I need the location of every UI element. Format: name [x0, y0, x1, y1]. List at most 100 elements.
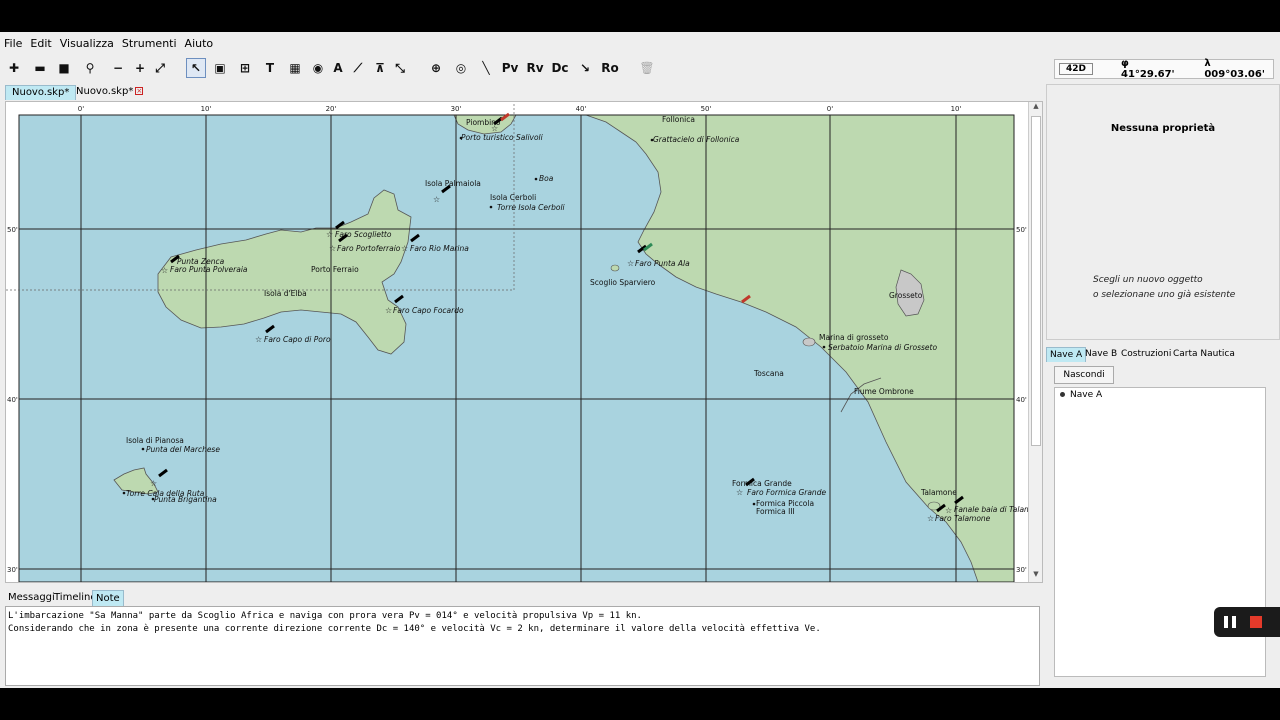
lighthouse-star-icon[interactable]: ☆	[329, 244, 336, 253]
lighthouse-star-icon[interactable]: ☆	[255, 335, 262, 344]
arrow-tool-icon[interactable]: ↘	[575, 58, 595, 78]
latitude-readout: φ 41°29.67'	[1121, 58, 1175, 80]
target-icon[interactable]: ◎	[451, 58, 471, 78]
select-area-icon[interactable]: ▣	[210, 58, 230, 78]
point-marker[interactable]	[489, 205, 493, 209]
lighthouse-star-icon[interactable]: ☆	[150, 479, 157, 488]
chart-vertical-scrollbar[interactable]: ▲ ▼	[1028, 102, 1042, 582]
map-label: Isola Cerboli	[490, 193, 536, 202]
map-label: Faro Portoferraio	[337, 244, 401, 253]
longitude-tick-label: 0'	[827, 105, 833, 113]
lighthouse-star-icon[interactable]: ☆	[326, 230, 333, 239]
open-folder-icon[interactable]: ▬	[30, 58, 50, 78]
tab-document-1[interactable]: Nuovo.skp*	[5, 85, 77, 100]
map-label: Isola Palmaiola	[425, 179, 481, 188]
lighthouse-star-icon[interactable]: ☆	[385, 306, 392, 315]
calculator-icon[interactable]: ▦	[285, 58, 305, 78]
map-label: Punta del Marchese	[146, 445, 220, 454]
tab-note[interactable]: Note	[92, 590, 124, 606]
menu-edit[interactable]: Edit	[30, 37, 51, 50]
map-label: Formica III	[756, 507, 795, 516]
longitude-tick-label: 30'	[451, 105, 462, 113]
zoom-in-icon[interactable]: +	[130, 58, 150, 78]
map-label: Talamone	[920, 488, 957, 497]
divider-icon[interactable]: ⤡	[390, 58, 410, 78]
line-tool-icon[interactable]: ╲	[476, 58, 496, 78]
longitude-tick-label: 50'	[701, 105, 712, 113]
lighthouse-star-icon[interactable]: ☆	[401, 244, 408, 253]
stop-icon[interactable]	[1250, 616, 1262, 628]
menu-visualizza[interactable]: Visualizza	[60, 37, 114, 50]
lighthouse-star-icon[interactable]: ☆	[627, 259, 634, 268]
map-label: Torre Isola Cerboli	[497, 203, 566, 212]
notes-textarea[interactable]: L'imbarcazione "Sa Manna" parte da Scogl…	[5, 606, 1040, 686]
tab-document-2[interactable]: Nuovo.skp* ×	[70, 85, 149, 100]
menu-file[interactable]: File	[4, 37, 22, 50]
map-label: Fiume Ombrone	[854, 387, 914, 396]
longitude-tick-label: 10'	[201, 105, 212, 113]
map-label: Punta Brigantina	[154, 495, 217, 504]
fit-view-icon[interactable]: ⤢	[150, 58, 170, 78]
point-marker[interactable]	[122, 491, 126, 495]
latitude-tick-label: 40'	[7, 396, 18, 404]
trash-icon[interactable]: 🗑	[637, 58, 657, 78]
map-label: Faro Punta Polveraia	[170, 265, 248, 274]
tab-costruzioni[interactable]: Costruzioni	[1118, 347, 1174, 361]
search-icon[interactable]: ⚲	[80, 58, 100, 78]
new-file-icon[interactable]: ✚	[4, 58, 24, 78]
pv-tool-icon[interactable]: Pv	[500, 58, 520, 78]
triangle-icon[interactable]: ⊼	[370, 58, 390, 78]
toolbar: ✚ ▬ ■ ⚲ − + ⤢ ↖ ▣ ⊞ T ▦ ◉ A ⟋ ⊼ ⤡ ⊕ ◎ ╲ Pv Rv Dc ↘ Ro 🗑	[0, 54, 1040, 82]
zoom-indicator[interactable]: 42D	[1059, 63, 1093, 75]
lighthouse-star-icon[interactable]: ☆	[161, 266, 168, 275]
application-window: File Edit Visualizza Strumenti Aiuto ✚ ▬ ■…	[0, 32, 1280, 688]
tab-label: Nuovo.skp*	[12, 87, 70, 98]
rv-tool-icon[interactable]: Rv	[525, 58, 545, 78]
crosshair-icon[interactable]: ⊕	[426, 58, 446, 78]
ro-tool-icon[interactable]: Ro	[600, 58, 620, 78]
point-marker[interactable]	[752, 502, 756, 506]
pause-icon[interactable]	[1224, 616, 1236, 628]
map-label: Grattacielo di Follonica	[653, 135, 740, 144]
lighthouse-star-icon[interactable]: ☆	[927, 514, 934, 523]
lighthouse-star-icon[interactable]: ☆	[736, 488, 743, 497]
chart-canvas[interactable]: 0' 10' 20' 30' 40' 50' 0' 10' 50' 50' 40' 40' 30' 30'…	[6, 102, 1028, 582]
clock-tool-icon[interactable]: ◉	[308, 58, 328, 78]
map-label: Formica Grande	[732, 479, 792, 488]
lighthouse-star-icon[interactable]: ☆	[433, 195, 440, 204]
hide-button[interactable]: Nascondi	[1054, 366, 1114, 384]
menu-aiuto[interactable]: Aiuto	[185, 37, 214, 50]
close-tab-icon[interactable]: ×	[135, 87, 144, 95]
tab-nave-a[interactable]: Nave A	[1046, 347, 1087, 362]
save-icon[interactable]: ■	[54, 58, 74, 78]
scrollbar-thumb[interactable]	[1031, 116, 1041, 446]
point-marker[interactable]	[141, 447, 145, 451]
document-tabs: Nuovo.skp* Nuovo.skp* ×	[0, 85, 1040, 101]
tab-messaggi[interactable]: Messaggi	[5, 590, 58, 605]
properties-panel: Nessuna proprietà Scegli un nuovo oggett…	[1046, 84, 1280, 340]
map-label: Faro Scoglietto	[335, 230, 392, 239]
zoom-out-icon[interactable]: −	[108, 58, 128, 78]
map-label: Faro Capo Focardo	[393, 306, 464, 315]
point-marker[interactable]	[822, 345, 826, 349]
dc-tool-icon[interactable]: Dc	[550, 58, 570, 78]
map-label: Porto turistico Salivoli	[461, 133, 544, 142]
compass-icon[interactable]: A	[328, 58, 348, 78]
ruler-icon[interactable]: ⟋	[348, 58, 368, 78]
map-label: Grosseto	[889, 291, 923, 300]
select-tool-icon[interactable]: ↖	[186, 58, 206, 78]
scroll-up-icon[interactable]: ▲	[1029, 102, 1043, 114]
map-label: Marina di grosseto	[819, 333, 889, 342]
longitude-tick-label: 20'	[326, 105, 337, 113]
tab-nave-b[interactable]: Nave B	[1082, 347, 1120, 361]
point-marker[interactable]	[534, 177, 538, 181]
list-item[interactable]: Nave A	[1055, 388, 1265, 402]
text-tool-icon[interactable]: T	[260, 58, 280, 78]
tab-carta-nautica[interactable]: Carta Nautica	[1170, 347, 1238, 361]
map-label: Faro Rio Marina	[410, 244, 469, 253]
grid-icon[interactable]: ⊞	[235, 58, 255, 78]
menu-strumenti[interactable]: Strumenti	[122, 37, 177, 50]
nautical-chart-view[interactable]: 0' 10' 20' 30' 40' 50' 0' 10' 50' 50' 40' 40' 30' 30'…	[5, 101, 1043, 583]
map-label: Faro Punta Ala	[635, 259, 690, 268]
scroll-down-icon[interactable]: ▼	[1029, 570, 1043, 582]
